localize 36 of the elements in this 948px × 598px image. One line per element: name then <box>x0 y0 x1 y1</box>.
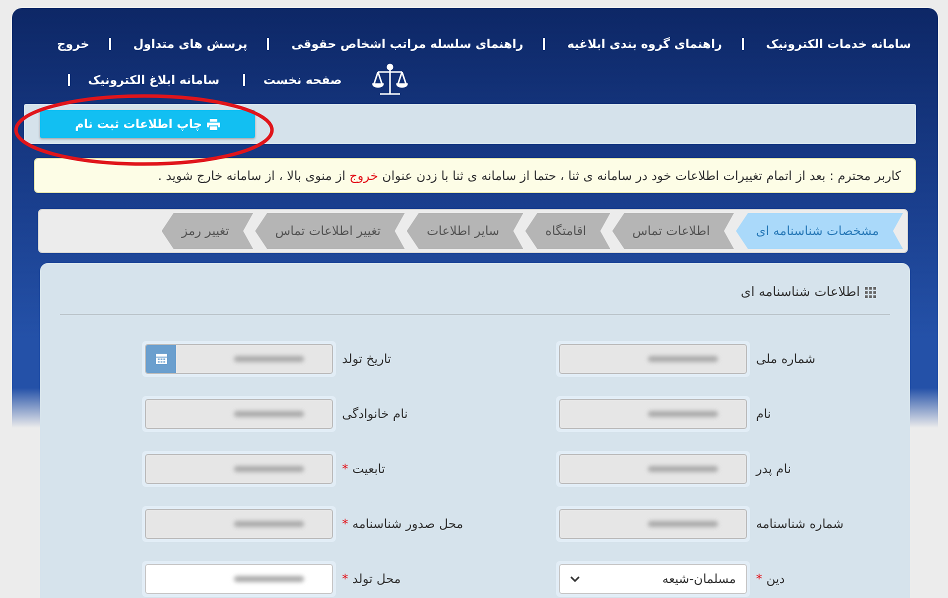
printer-icon <box>206 118 220 130</box>
nav-link[interactable]: صفحه نخست <box>263 73 342 87</box>
field-label: نام <box>755 406 772 421</box>
nav-link[interactable]: سامانه خدمات الکترونیک <box>766 37 912 51</box>
field-label: محل صدور شناسنامه * <box>341 516 464 531</box>
chevron-down-icon <box>570 576 580 582</box>
required-asterisk: * <box>342 461 348 476</box>
field-label: تابعیت * <box>341 461 386 476</box>
scales-icon <box>372 62 408 98</box>
nav-link[interactable]: خروج <box>57 37 90 51</box>
select-field[interactable]: مسلمان-شیعه <box>559 564 747 594</box>
tab[interactable]: اقامتگاه <box>525 213 610 249</box>
nav-link[interactable]: سامانه ابلاغ الکترونیک <box>88 73 220 87</box>
field-label: نام پدر <box>754 461 792 476</box>
section-title: اطلاعات شناسنامه ای <box>740 285 860 300</box>
field-label: نام خانوادگی <box>341 406 409 421</box>
grid-icon <box>865 287 876 298</box>
field-label: دین * <box>755 571 786 586</box>
tab[interactable]: تغییر اطلاعات تماس <box>255 213 405 249</box>
field-label: شماره ملی <box>755 351 816 366</box>
calendar-icon <box>156 353 166 364</box>
input-field[interactable] <box>145 564 333 594</box>
nav-link[interactable]: راهنمای سلسله مراتب اشخاص حقوقی <box>291 37 524 51</box>
tab[interactable]: سایر اطلاعات <box>406 213 524 249</box>
field-label: محل تولد * <box>341 571 402 586</box>
notice-message: کاربر محترم : بعد از اتمام تغییرات اطلاعات خود در سامانه ی ثنا ، حتما از سامانه ی ثنا با زدن عنوان خروج از منوی بالا ، از سامانه خارج شوید . <box>34 158 916 193</box>
required-asterisk: * <box>342 516 348 531</box>
field-label: شماره شناسنامه <box>755 516 845 531</box>
exit-link[interactable]: خروج <box>349 168 378 183</box>
nav-link[interactable]: راهنمای گروه بندی ابلاغیه <box>567 37 722 51</box>
required-asterisk: * <box>756 571 762 586</box>
tab[interactable]: اطلاعات تماس <box>612 213 734 249</box>
field-label: تاریخ تولد <box>341 351 392 366</box>
required-asterisk: * <box>342 571 348 586</box>
nav-link[interactable]: پرسش های متداول <box>133 37 248 51</box>
tab[interactable]: تغییر رمز <box>162 213 254 249</box>
